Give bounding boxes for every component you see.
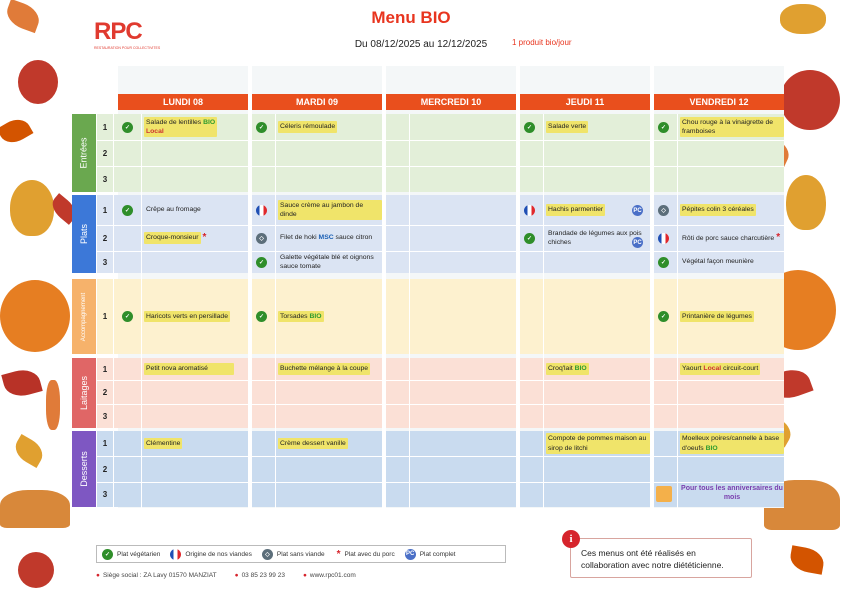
leaf-icon: ✓: [658, 257, 669, 268]
row-number: 3: [102, 257, 108, 267]
leaf-icon: ✓: [122, 205, 133, 216]
menu-item: Filet de hoki MSC sauce citron: [280, 234, 373, 242]
leaf-icon: ✓: [122, 311, 133, 322]
day-header-monday: LUNDI 08: [118, 94, 248, 110]
legend-no-meat: ◇ Plat sans viande: [261, 548, 325, 560]
row-number: 2: [102, 233, 108, 243]
row-number: 1: [102, 122, 108, 132]
category-accompagnement: Accompagnement: [72, 279, 96, 354]
bio-per-day-note: 1 produit bio/jour: [512, 38, 572, 47]
row-number: 2: [102, 387, 108, 397]
leaf-icon: ✓: [658, 311, 669, 322]
website[interactable]: ● www.rpc01.com: [303, 572, 356, 579]
location-pin-icon: ●: [96, 572, 100, 579]
info-icon: i: [562, 530, 580, 548]
leaf-icon: ✓: [256, 122, 267, 133]
menu-item: Végétal façon meunière: [682, 258, 754, 266]
menu-grid: LUNDI 08 MARDI 09 MERCREDI 10 JEUDI 11 V…: [72, 66, 784, 508]
menu-item: Torsades BIO: [278, 279, 382, 354]
plat-complet-icon: PC: [404, 548, 416, 560]
menu-item: Sauce crème au jambon de dinde: [278, 195, 382, 225]
legend-complete: PC Plat complet: [404, 548, 456, 560]
menu-item: Crème dessert vanille: [278, 431, 382, 456]
french-flag-icon: [256, 205, 267, 216]
plat-complet-icon: PC: [632, 237, 643, 248]
fish-icon: ◇: [658, 205, 669, 216]
french-flag-icon: [658, 233, 669, 244]
phone: ● 03 85 23 99 23: [234, 572, 285, 579]
menu-item: Hachis parmentier: [546, 195, 626, 225]
menu-item: Printanière de légumes: [680, 279, 784, 354]
menu-item: Buchette mélange à la coupe: [278, 358, 382, 380]
row-number: 2: [102, 464, 108, 474]
fish-icon: ◇: [261, 548, 273, 560]
row-number: 3: [102, 490, 108, 499]
pork-icon: *: [202, 232, 207, 244]
row-number: 1: [102, 312, 108, 321]
rpc-logo: RPC RESTAURATION POUR COLLECTIVITES: [94, 18, 161, 50]
menu-item: Chou rouge à la vinaigrette de framboise…: [680, 114, 784, 140]
birthday-note: Pour tous les anniversaires du mois: [681, 485, 783, 502]
menu-item: Céleris rémoulade: [278, 114, 382, 140]
category-entrees: Entrées: [72, 114, 96, 192]
menu-item: Brandade de légumes aux pois chiches: [548, 229, 642, 246]
page-title: Menu BIO: [371, 8, 451, 27]
legend-pork: * Plat avec du porc: [336, 548, 395, 560]
category-plats: Plats: [72, 195, 96, 273]
leaf-icon: ✓: [256, 257, 267, 268]
day-header-tuesday: MARDI 09: [252, 94, 382, 110]
menu-item: Haricots verts en persillade: [144, 279, 248, 354]
legend-origin: Origine de nos viandes: [170, 548, 252, 560]
menu-item: Pépites colin 3 céréales: [680, 195, 784, 225]
category-desserts: Desserts: [72, 431, 96, 507]
day-header-friday: VENDREDI 12: [654, 94, 784, 110]
menu-item: Crêpe au fromage: [146, 206, 201, 214]
menu-dates: Du 08/12/2025 au 12/12/2025: [354, 39, 488, 50]
footer: ● Siège social : ZA Lavy 01570 MANZIAT ● 0…: [96, 572, 356, 579]
day-header-wednesday: MERCREDI 10: [386, 94, 516, 110]
legend: ✓ Plat végétarien Origine de nos viandes …: [96, 545, 506, 563]
row-number: 1: [102, 364, 108, 374]
menu-item: Croque-monsieur *: [144, 232, 207, 244]
row-number: 1: [102, 205, 108, 215]
day-header-thursday: JEUDI 11: [520, 94, 650, 110]
leaf-icon: ✓: [256, 311, 267, 322]
french-flag-icon: [170, 548, 182, 560]
leaf-icon: ✓: [658, 122, 669, 133]
row-number: 3: [102, 411, 108, 421]
globe-icon: ●: [302, 572, 307, 579]
menu-item: Croq'lait BIO: [546, 358, 650, 380]
legend-vegetarian: ✓ Plat végétarien: [102, 548, 160, 560]
menu-item: Petit nova aromatisé: [144, 358, 266, 380]
phone-icon: ●: [234, 572, 239, 579]
birthday-cake-icon: [656, 486, 672, 502]
leaf-icon: ✓: [524, 233, 535, 244]
leaf-icon: ✓: [102, 548, 113, 560]
plat-complet-icon: PC: [632, 205, 643, 216]
menu-item: Compote de pommes maison au sirop de lit…: [546, 431, 650, 456]
menu-item: Yaourt Local circuit-court: [680, 358, 784, 380]
menu-item: Moelleux poires/cannelle à base d'oeufs …: [680, 431, 784, 456]
row-number: 1: [102, 439, 108, 448]
address: ● Siège social : ZA Lavy 01570 MANZIAT: [96, 572, 217, 579]
menu-item: Galette végétale blé et oignons sauce to…: [280, 253, 374, 270]
menu-item: Clémentine: [144, 431, 248, 456]
pork-icon: *: [336, 548, 341, 560]
fish-icon: ◇: [256, 233, 267, 244]
french-flag-icon: [524, 205, 535, 216]
menu-item: Salade de lentilles BIO Local: [144, 114, 248, 140]
category-laitages: Laitages: [72, 358, 96, 428]
row-number: 2: [102, 148, 108, 158]
menu-item: Rôti de porc sauce charcutière *: [682, 232, 781, 244]
row-number: 3: [102, 174, 108, 184]
leaf-icon: ✓: [524, 122, 535, 133]
dietitian-note: Ces menus ont été réalisés en collaborat…: [570, 538, 752, 578]
pork-icon: *: [776, 232, 781, 244]
menu-item: Salade verte: [546, 114, 650, 140]
leaf-icon: ✓: [122, 122, 133, 133]
menu-page: RPC RESTAURATION POUR COLLECTIVITES Menu…: [0, 0, 842, 595]
